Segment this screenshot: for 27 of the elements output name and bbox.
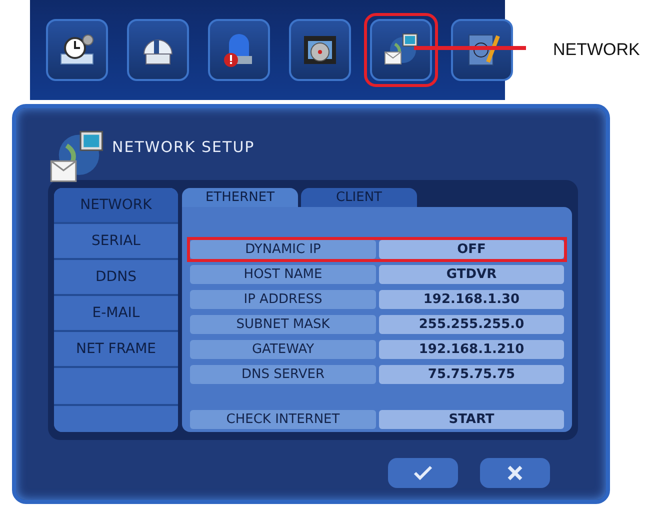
callout-label: NETWORK (553, 40, 640, 60)
setting-label: IP ADDRESS (190, 290, 376, 309)
setting-label: DNS SERVER (190, 365, 376, 384)
checkmark-icon (413, 465, 433, 481)
setting-value[interactable]: 75.75.75.75 (379, 365, 564, 384)
toolbar-button[interactable] (46, 19, 108, 81)
setting-label: HOST NAME (190, 265, 376, 284)
setting-label: GATEWAY (190, 340, 376, 359)
toolbar-button[interactable] (289, 19, 351, 81)
tab[interactable]: ETHERNET (182, 188, 298, 207)
confirm-button[interactable] (388, 458, 458, 488)
setting-value[interactable]: 255.255.255.0 (379, 315, 564, 334)
toolbar-button[interactable] (451, 19, 513, 81)
start-button[interactable]: START (379, 410, 564, 429)
toolbar-button[interactable] (127, 19, 189, 81)
dialog-title: NETWORK SETUP (112, 138, 255, 156)
setting-label: CHECK INTERNET (190, 410, 376, 429)
setting-label: SUBNET MASK (190, 315, 376, 334)
cancel-button[interactable] (480, 458, 550, 488)
toolbar-button[interactable] (208, 19, 270, 81)
setting-value[interactable]: OFF (379, 240, 564, 259)
setting-label: DYNAMIC IP (190, 240, 376, 259)
close-icon (507, 465, 523, 481)
setting-value[interactable]: 192.168.1.210 (379, 340, 564, 359)
toolbar-button[interactable] (370, 19, 432, 81)
setting-value[interactable]: 192.168.1.30 (379, 290, 564, 309)
setting-value[interactable]: GTDVR (379, 265, 564, 284)
